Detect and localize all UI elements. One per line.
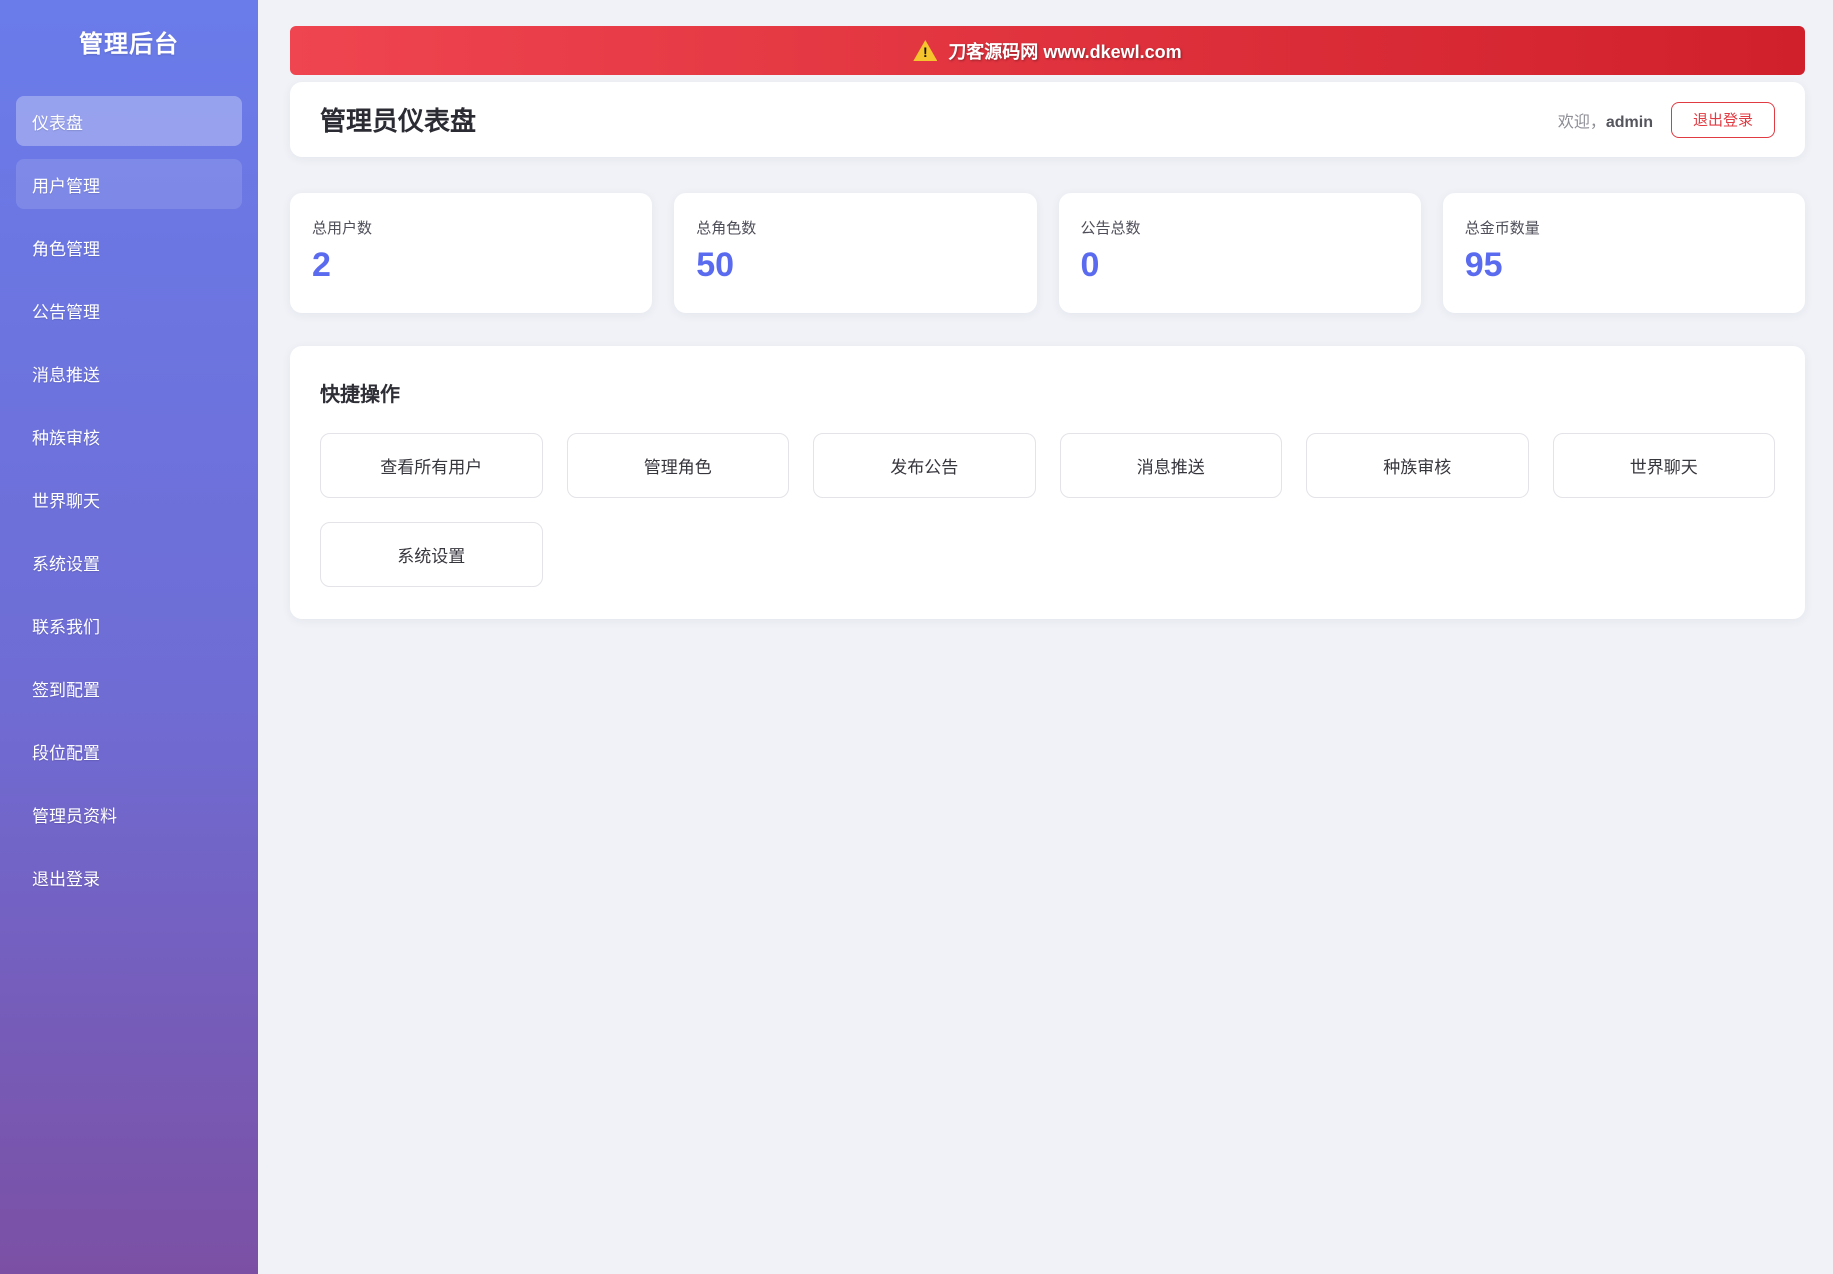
welcome-text: 欢迎，admin (1558, 108, 1653, 132)
username: admin (1605, 113, 1653, 131)
sidebar-item-8[interactable]: 联系我们 (16, 600, 242, 650)
quick-action-button-1[interactable]: 管理角色 (566, 433, 789, 498)
sidebar-item-11[interactable]: 管理员资料 (16, 789, 242, 839)
quick-action-button-6[interactable]: 系统设置 (320, 522, 543, 587)
stat-card-3: 总金币数量 95 (1442, 193, 1805, 313)
quick-action-button-2[interactable]: 发布公告 (813, 433, 1036, 498)
quick-action-button-0[interactable]: 查看所有用户 (320, 433, 543, 498)
sidebar-title: 管理后台 (79, 31, 179, 58)
page-title: 管理员仪表盘 (320, 106, 477, 136)
stat-label: 总用户数 (312, 220, 373, 237)
stat-card-2: 公告总数 0 (1058, 193, 1421, 313)
main-content: ! 刀客源码网 www.dkewl.com 管理员仪表盘 欢迎，admin 退出… (258, 0, 1833, 1274)
sidebar-item-1[interactable]: 用户管理 (16, 159, 242, 209)
banner-text: 刀客源码网 www.dkewl.com (948, 41, 1182, 62)
welcome-prefix: 欢迎， (1557, 113, 1606, 131)
quick-action-button-3[interactable]: 消息推送 (1059, 433, 1282, 498)
stat-card-1: 总角色数 50 (674, 193, 1037, 313)
sidebar-item-0[interactable]: 仪表盘 (16, 96, 242, 146)
header-right: 欢迎，admin 退出登录 (1558, 101, 1775, 138)
stat-label: 总角色数 (696, 220, 757, 237)
quick-action-button-4[interactable]: 种族审核 (1306, 433, 1529, 498)
stat-label: 总金币数量 (1464, 220, 1540, 237)
quick-action-button-5[interactable]: 世界聊天 (1552, 433, 1775, 498)
sidebar-menu: 仪表盘用户管理角色管理公告管理消息推送种族审核世界聊天系统设置联系我们签到配置段… (0, 96, 258, 902)
logout-button[interactable]: 退出登录 (1671, 101, 1775, 138)
sidebar-item-4[interactable]: 消息推送 (16, 348, 242, 398)
sidebar-item-9[interactable]: 签到配置 (16, 663, 242, 713)
sidebar-item-5[interactable]: 种族审核 (16, 411, 242, 461)
stat-label: 公告总数 (1080, 220, 1141, 237)
warning-icon: ! (913, 40, 938, 61)
stat-value: 2 (312, 246, 331, 284)
sidebar-item-2[interactable]: 角色管理 (16, 222, 242, 272)
stat-card-0: 总用户数 2 (290, 193, 653, 313)
stats-row: 总用户数 2 总角色数 50 公告总数 0 总金币数量 95 (290, 193, 1805, 313)
sidebar-item-12[interactable]: 退出登录 (16, 852, 242, 902)
header-card: 管理员仪表盘 欢迎，admin 退出登录 (290, 82, 1805, 157)
quick-actions-grid: 查看所有用户 管理角色 发布公告 消息推送 种族审核 世界聊天系统设置 (320, 433, 1775, 587)
sidebar: 管理后台 仪表盘用户管理角色管理公告管理消息推送种族审核世界聊天系统设置联系我们… (0, 0, 258, 1274)
quick-actions-title: 快捷操作 (320, 384, 400, 406)
stat-value: 0 (1080, 246, 1100, 284)
stat-value: 50 (696, 246, 735, 284)
sidebar-item-3[interactable]: 公告管理 (16, 285, 242, 335)
stat-value: 95 (1464, 246, 1503, 284)
sidebar-item-10[interactable]: 段位配置 (16, 726, 242, 776)
notice-banner[interactable]: ! 刀客源码网 www.dkewl.com (290, 26, 1805, 75)
sidebar-item-7[interactable]: 系统设置 (16, 537, 242, 587)
sidebar-item-6[interactable]: 世界聊天 (16, 474, 242, 524)
quick-actions-card: 快捷操作 查看所有用户 管理角色 发布公告 消息推送 种族审核 世界聊天系统设置 (290, 346, 1805, 619)
